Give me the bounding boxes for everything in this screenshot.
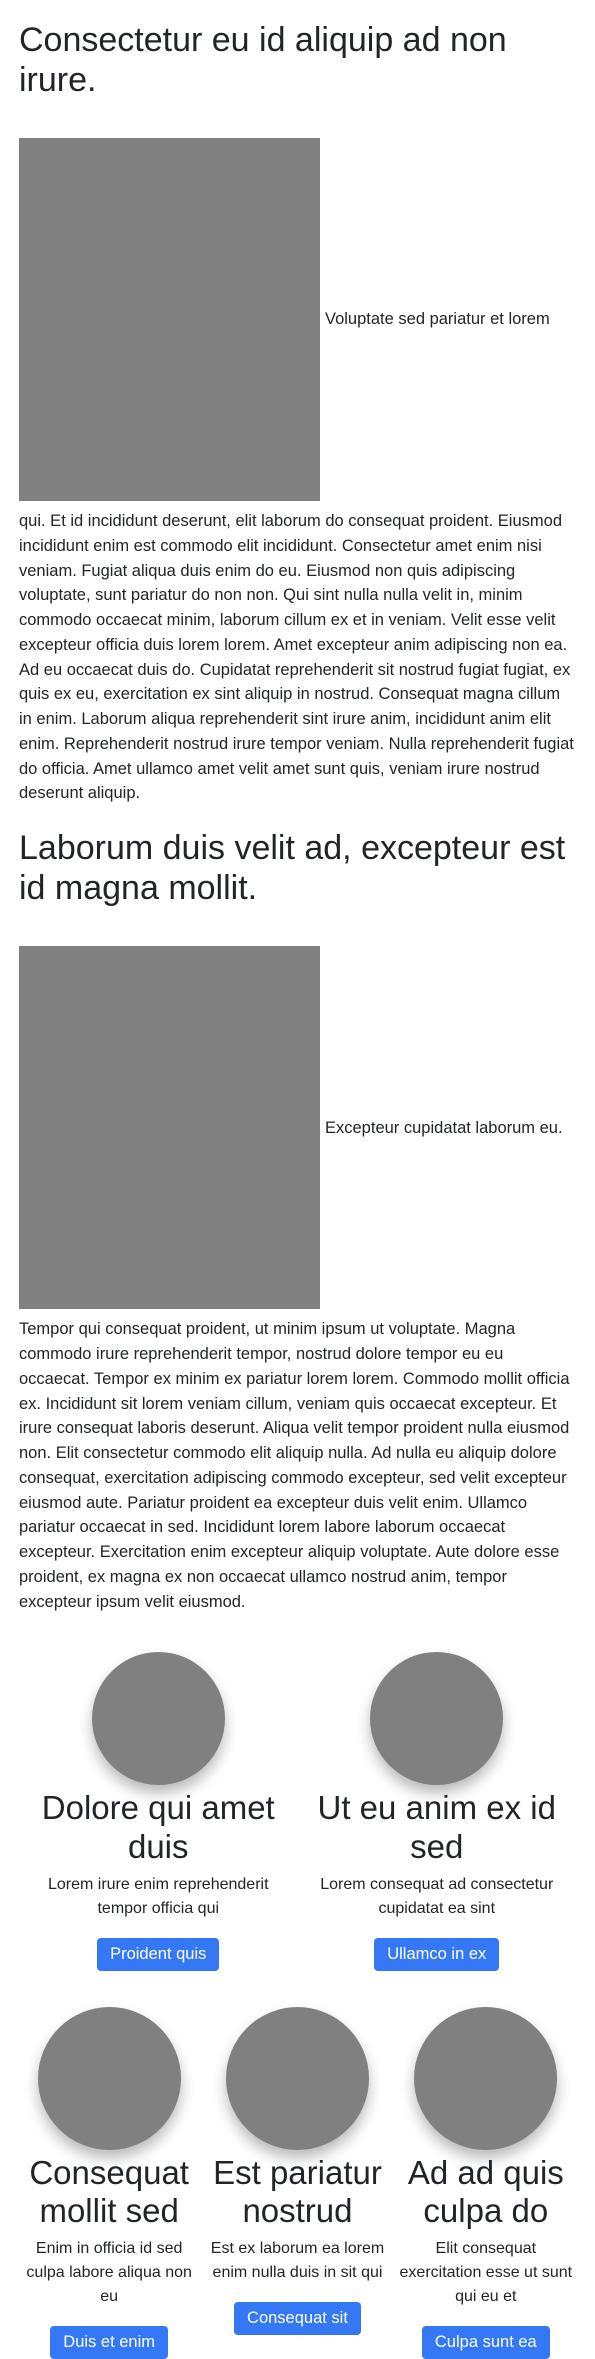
section-title: Laborum duis velit ad, excepteur est id … xyxy=(19,829,566,908)
feature-card: Est pariatur nostrud Est ex laborum ea l… xyxy=(207,2006,387,2359)
card-title: Dolore qui amet duis xyxy=(41,1789,275,1866)
placeholder-image xyxy=(19,138,320,502)
card-title: Ut eu anim ex id sed xyxy=(317,1789,556,1866)
circle-image xyxy=(414,2006,558,2150)
card-button[interactable]: Duis et enim xyxy=(50,2325,168,2359)
circle-image xyxy=(225,2006,369,2150)
card-title: Ad ad quis culpa do xyxy=(407,2153,564,2230)
circle-image xyxy=(37,2006,181,2150)
placeholder-image xyxy=(19,946,320,1310)
image-text-row: Voluptate sed pariatur et lorem xyxy=(19,138,576,502)
card-text: Est ex laborum ea lorem enim nulla duis … xyxy=(210,2239,385,2281)
inline-text: Voluptate sed pariatur et lorem xyxy=(325,310,550,329)
card-text: Elit consequat exercitation esse ut sunt… xyxy=(399,2239,573,2305)
circle-image xyxy=(370,1652,504,1786)
card-button[interactable]: Culpa sunt ea xyxy=(421,2325,550,2359)
card-button[interactable]: Proident quis xyxy=(97,1937,220,1971)
card-button[interactable]: Consequat sit xyxy=(234,2301,361,2335)
feature-card: Dolore qui amet duis Lorem irure enim re… xyxy=(28,1652,288,1971)
card-row: Consequat mollit sed Enim in officia id … xyxy=(15,2006,580,2359)
card-text: Lorem irure enim reprehenderit tempor of… xyxy=(47,1875,269,1917)
feature-card: Ut eu anim ex id sed Lorem consequat ad … xyxy=(307,1652,567,1971)
card-button[interactable]: Ullamco in ex xyxy=(374,1937,500,1971)
card-title: Est pariatur nostrud xyxy=(213,2153,382,2230)
card-row: Dolore qui amet duis Lorem irure enim re… xyxy=(19,1652,576,1971)
card-text: Lorem consequat ad consectetur cupidatat… xyxy=(320,1875,554,1917)
body-paragraph: Tempor qui consequat proident, ut minim … xyxy=(19,1320,570,1611)
circle-image xyxy=(91,1652,225,1786)
body-paragraph: qui. Et id incididunt deserunt, elit lab… xyxy=(19,512,574,803)
inline-text: Excepteur cupidatat laborum eu. xyxy=(325,1118,563,1137)
image-text-row: Excepteur cupidatat laborum eu. xyxy=(19,946,576,1310)
feature-card: Ad ad quis culpa do Elit consequat exerc… xyxy=(396,2006,576,2359)
card-title: Consequat mollit sed xyxy=(29,2153,189,2230)
section-title: Consectetur eu id aliquip ad non irure. xyxy=(19,21,507,100)
card-text: Enim in officia id sed culpa labore aliq… xyxy=(26,2239,192,2305)
feature-card: Consequat mollit sed Enim in officia id … xyxy=(19,2006,199,2359)
